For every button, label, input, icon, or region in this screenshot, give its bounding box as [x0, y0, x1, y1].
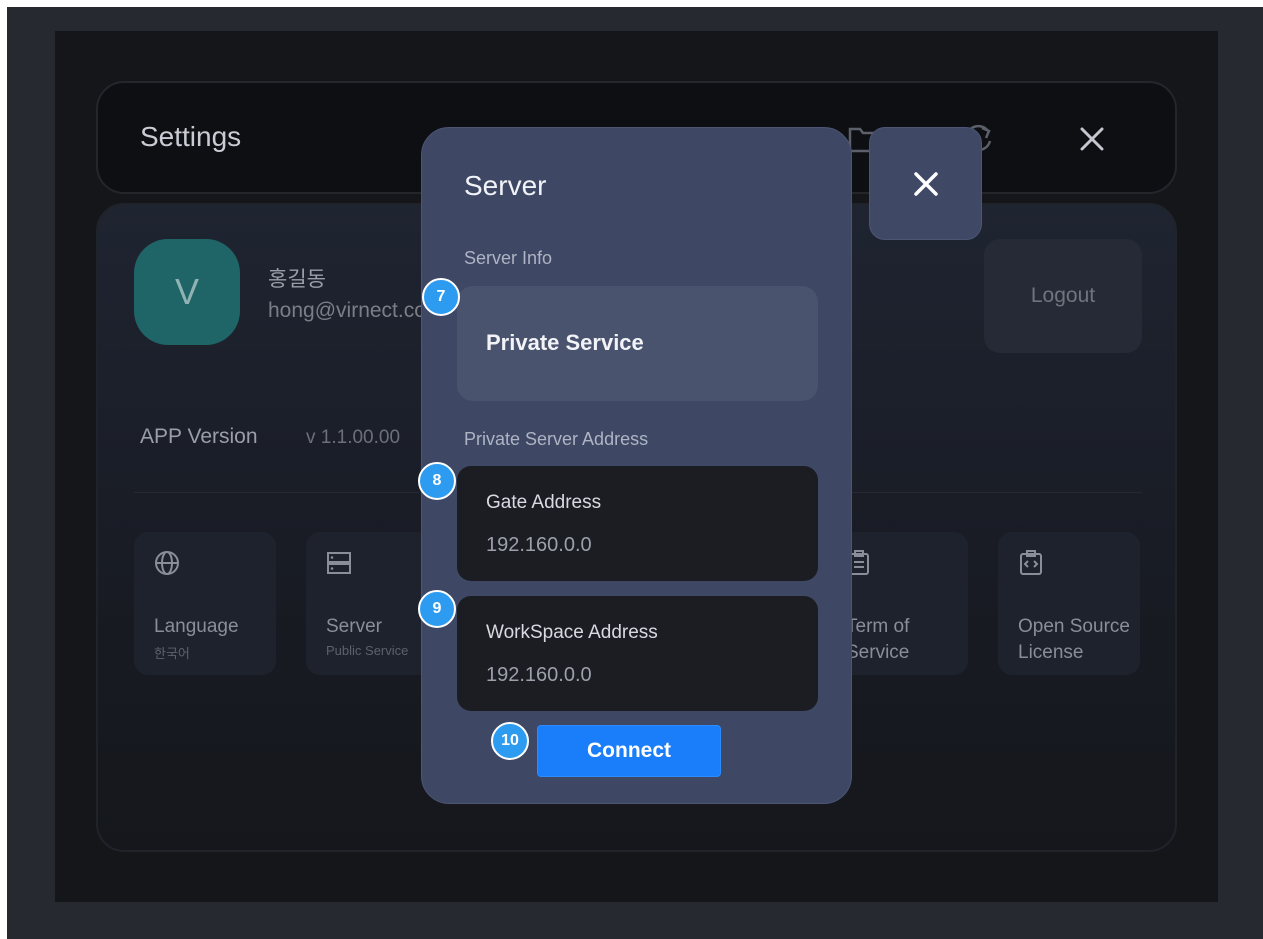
- tile-label: Open Source License: [1018, 616, 1130, 663]
- server-info-selector[interactable]: Private Service: [457, 286, 818, 401]
- private-server-address-label: Private Server Address: [464, 429, 649, 449]
- tile-sublabel: 한국어: [154, 646, 190, 661]
- workspace-address-value: 192.160.0.0: [486, 664, 592, 686]
- user-name: 홍길동: [268, 268, 326, 291]
- page-title: Settings: [140, 121, 242, 152]
- server-info-value: Private Service: [486, 330, 644, 355]
- tile-language[interactable]: Language 한국어: [134, 532, 276, 675]
- workspace-address-field[interactable]: WorkSpace Address 192.160.0.0: [457, 596, 818, 711]
- close-icon: [913, 171, 938, 196]
- modal-title: Server: [464, 170, 547, 201]
- tile-open-source-license[interactable]: Open Source License: [998, 532, 1140, 675]
- code-clipboard-icon: [1020, 550, 1042, 575]
- server-modal: Server Server Info Private Service Priva…: [421, 127, 852, 804]
- avatar: V: [134, 239, 240, 345]
- annotation-badge: 9: [418, 590, 456, 628]
- tile-label: Term of Service: [846, 616, 910, 663]
- gate-address-label: Gate Address: [486, 492, 602, 513]
- tile-sublabel: Public Service: [326, 643, 409, 658]
- annotation-badge: 7: [422, 278, 460, 316]
- connect-button[interactable]: Connect: [537, 725, 721, 777]
- tile-label: Language: [154, 616, 239, 637]
- gate-address-field[interactable]: Gate Address 192.160.0.0: [457, 466, 818, 581]
- user-email: hong@virnect.com: [268, 299, 444, 322]
- workspace-address-label: WorkSpace Address: [486, 622, 658, 643]
- app-version-value: v 1.1.00.00: [306, 427, 401, 448]
- avatar-letter: V: [174, 271, 199, 312]
- logout-button[interactable]: Logout: [984, 239, 1142, 353]
- app-version-label: APP Version: [140, 425, 258, 448]
- tile-label: Server: [326, 616, 382, 637]
- annotation-badge: 10: [491, 722, 529, 760]
- server-info-label: Server Info: [464, 248, 553, 268]
- gate-address-value: 192.160.0.0: [486, 534, 592, 556]
- globe-icon: [155, 551, 179, 575]
- close-icon[interactable]: [1072, 119, 1112, 159]
- annotation-badge: 8: [418, 462, 456, 500]
- server-icon: [327, 552, 351, 574]
- modal-close-button[interactable]: [869, 127, 982, 240]
